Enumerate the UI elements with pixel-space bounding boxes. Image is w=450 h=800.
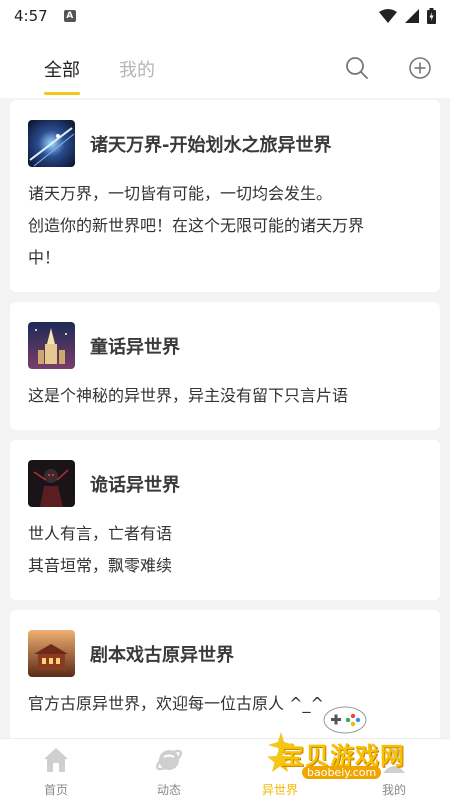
nav-home[interactable]: 首页 [26, 743, 86, 798]
world-title: 童话异世界 [90, 336, 180, 358]
wifi-icon [379, 9, 397, 23]
active-tab-indicator [44, 92, 80, 95]
top-header: 全部 我的 [0, 32, 450, 98]
world-title: 剧本戏古原异世界 [90, 644, 234, 666]
ancient-city-image [28, 630, 75, 677]
description-line: 这是个神秘的异世界，异主没有留下只言片语 [28, 386, 349, 405]
card-header: 童话异世界 [28, 322, 180, 369]
description-line: 诸天万界，一切皆有可能，一切均会发生。 [28, 184, 333, 203]
world-title: 诡话异世界 [90, 474, 180, 496]
world-avatar [28, 460, 75, 507]
world-description: 世人有言，亡者有语 其音垣常，飘零难续 [28, 518, 418, 582]
signal-icon [405, 9, 419, 23]
dark-figure-image [28, 460, 75, 507]
card-header: 诸天万界-开始划水之旅异世界 [28, 120, 331, 167]
card-header: 剧本戏古原异世界 [28, 630, 234, 677]
tab-mine[interactable]: 我的 [119, 56, 155, 82]
card-header: 诡话异世界 [28, 460, 180, 507]
watermark: 宝贝游戏网 baobeiy.com [262, 702, 442, 792]
planet-icon [155, 749, 183, 771]
world-avatar [28, 630, 75, 677]
status-icons [379, 8, 436, 24]
castle-image [28, 322, 75, 369]
description-line: 世人有言，亡者有语 [28, 524, 173, 543]
status-bar: 4:57 A [0, 0, 450, 32]
galaxy-image [28, 120, 75, 167]
world-avatar [28, 120, 75, 167]
world-list: 诸天万界-开始划水之旅异世界 诸天万界，一切皆有可能，一切均会发生。 创造你的新… [0, 100, 450, 738]
home-icon [44, 748, 68, 772]
watermark-url: baobeiy.com [302, 766, 382, 779]
search-icon[interactable] [345, 56, 369, 80]
world-card[interactable]: 童话异世界 这是个神秘的异世界，异主没有留下只言片语 [10, 302, 440, 430]
world-avatar [28, 322, 75, 369]
world-description: 这是个神秘的异世界，异主没有留下只言片语 [28, 380, 418, 412]
status-time: 4:57 [14, 7, 48, 25]
add-icon[interactable] [408, 56, 432, 80]
nav-feed[interactable]: 动态 [139, 743, 199, 798]
world-card[interactable]: 诸天万界-开始划水之旅异世界 诸天万界，一切皆有可能，一切均会发生。 创造你的新… [10, 100, 440, 292]
world-description: 诸天万界，一切皆有可能，一切均会发生。 创造你的新世界吧！在这个无限可能的诸天万… [28, 178, 418, 274]
battery-icon [427, 8, 436, 24]
world-card[interactable]: 诡话异世界 世人有言，亡者有语 其音垣常，飘零难续 [10, 440, 440, 600]
nav-label: 首页 [43, 783, 68, 797]
description-line: 中！ [28, 248, 61, 267]
nav-label: 动态 [156, 783, 181, 797]
world-title: 诸天万界-开始划水之旅异世界 [90, 134, 332, 156]
description-line: 其音垣常，飘零难续 [28, 556, 173, 575]
tab-all[interactable]: 全部 [44, 56, 80, 82]
description-line: 创造你的新世界吧！在这个无限可能的诸天万界 [28, 216, 365, 235]
notification-icon: A [63, 10, 76, 22]
gamepad-icon [323, 706, 367, 734]
